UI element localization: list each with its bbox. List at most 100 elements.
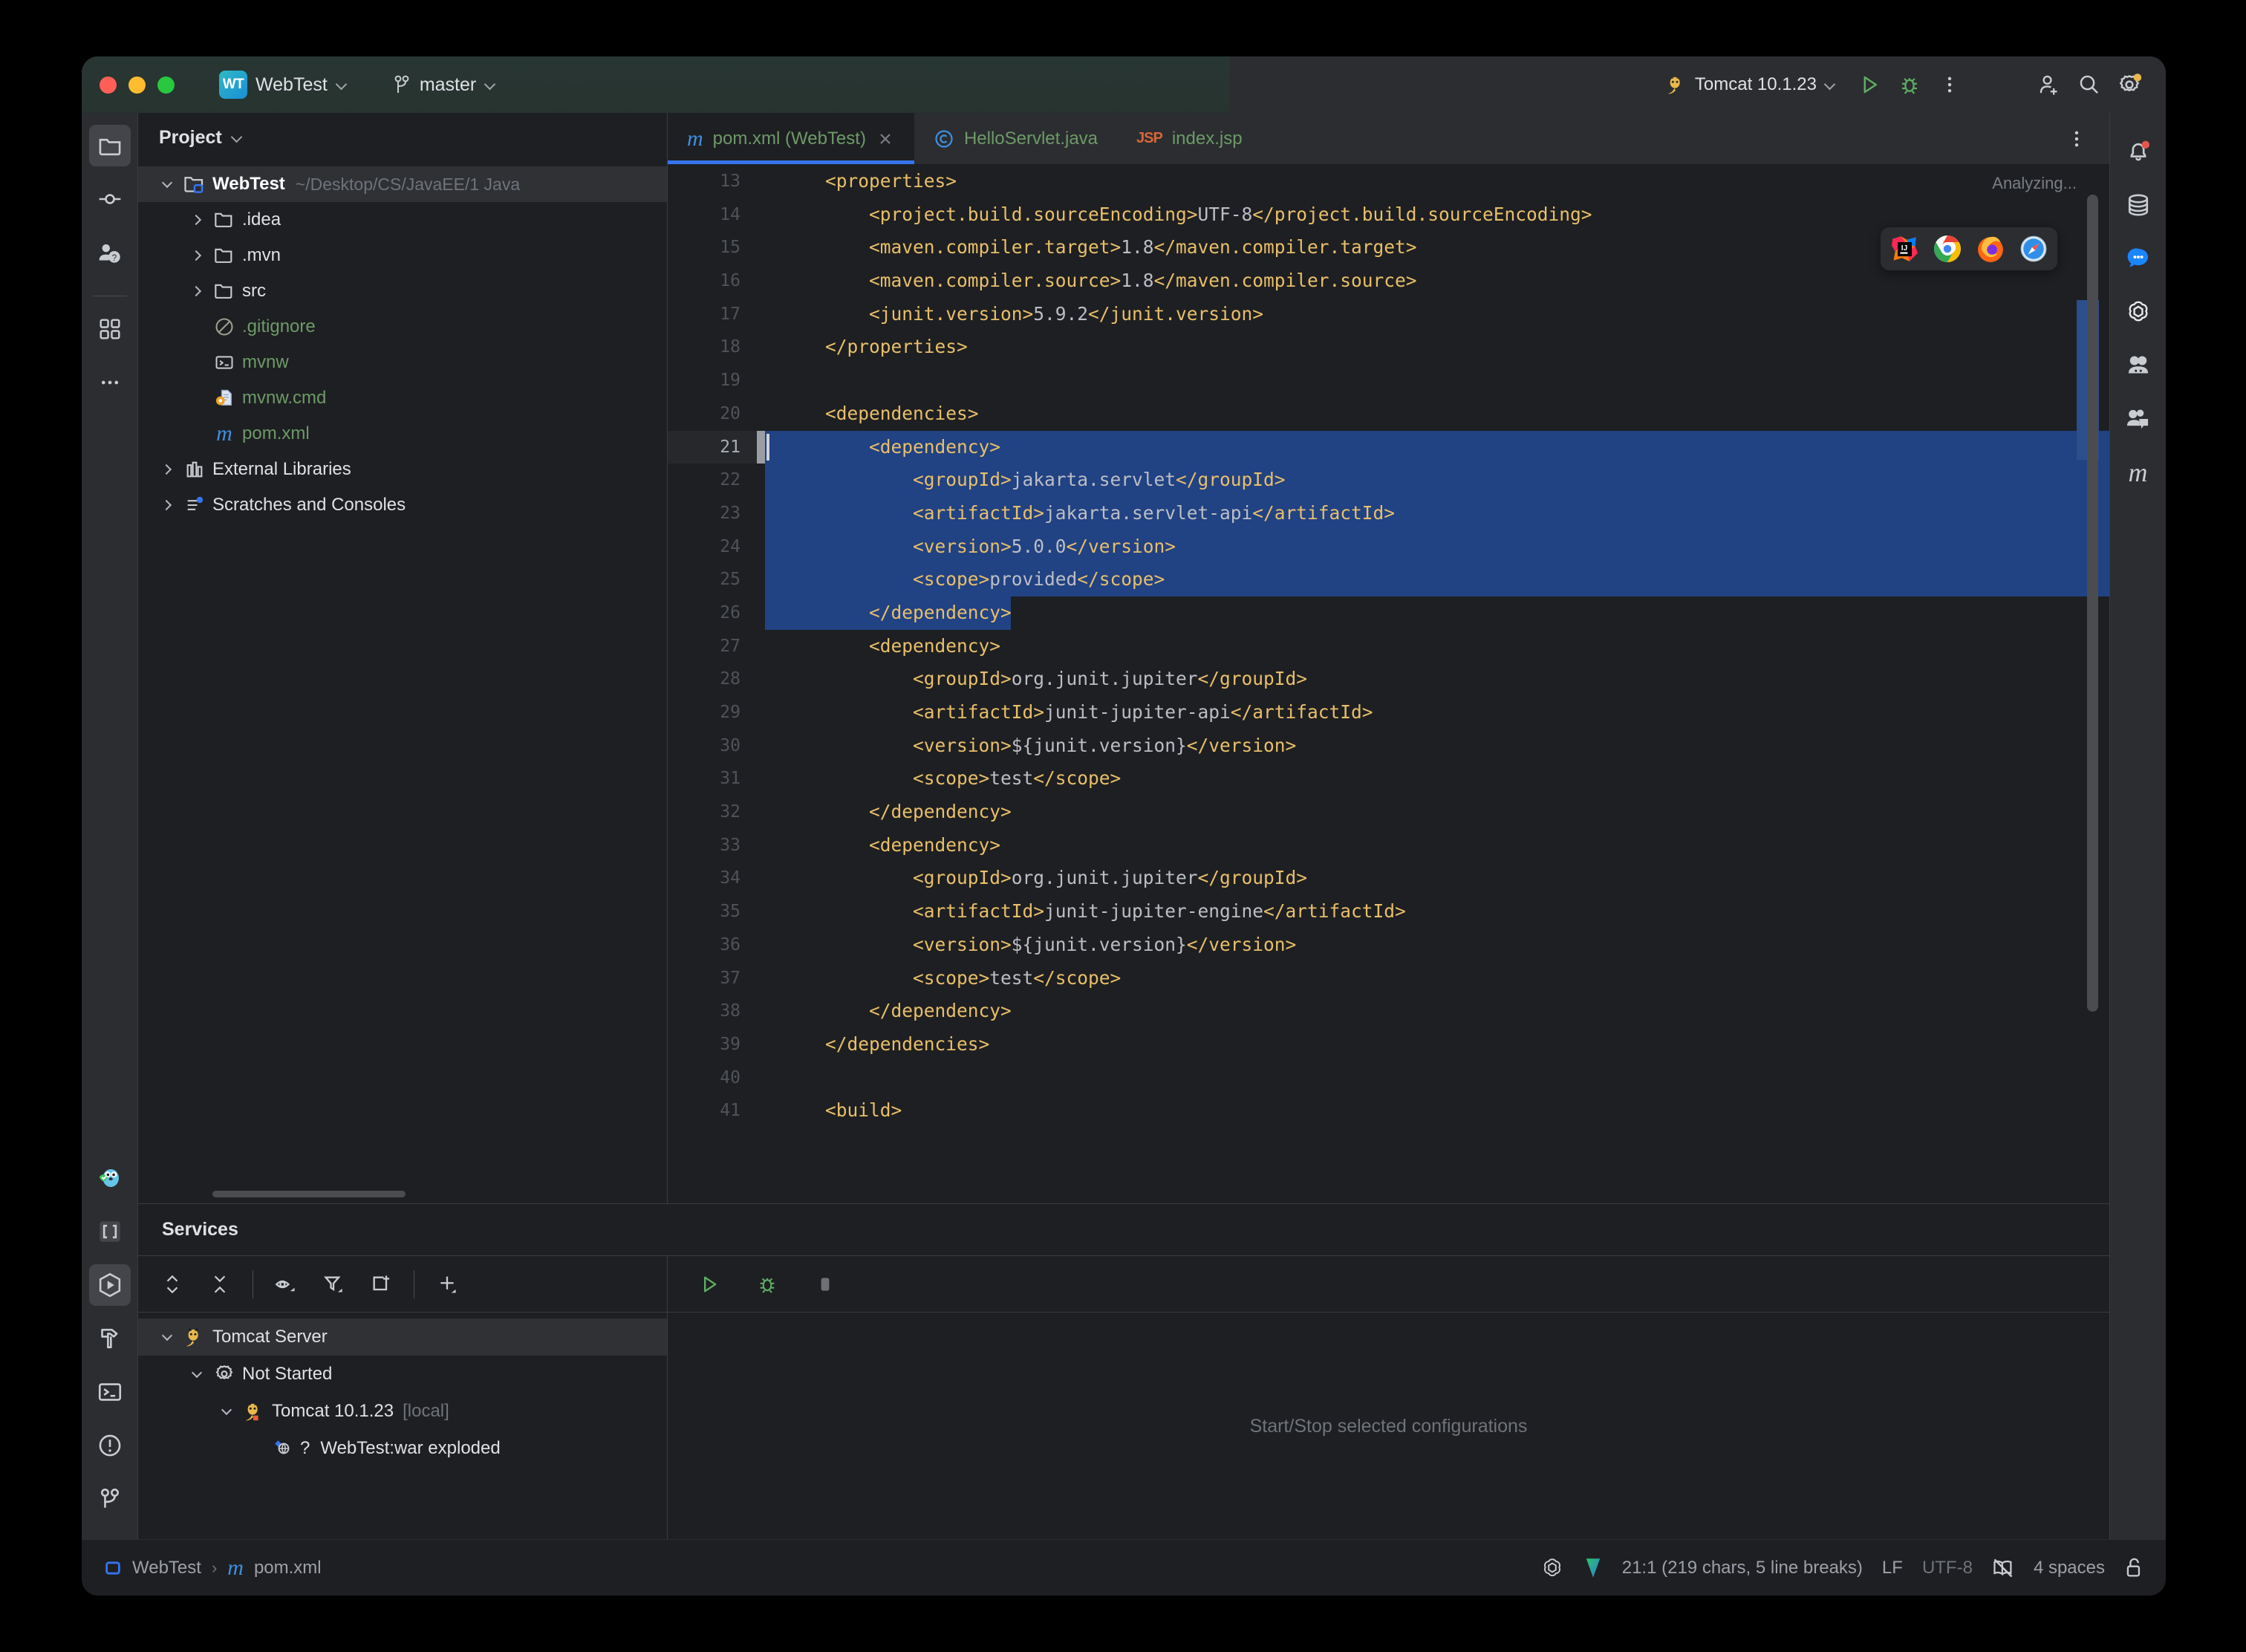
no-reader-mode-icon[interactable] — [1992, 1558, 2014, 1578]
chevron-down-icon[interactable] — [214, 1409, 239, 1414]
intellij-preview-icon[interactable]: IJ — [1889, 234, 1919, 264]
add-icon[interactable] — [428, 1265, 466, 1304]
line-separator-label[interactable]: LF — [1882, 1558, 1903, 1578]
project-selector[interactable]: WT WebTest — [212, 66, 355, 103]
sidebar-item-chat[interactable] — [2118, 238, 2159, 279]
editor-horizontal-scrollbar[interactable] — [668, 1183, 2109, 1203]
chevron-down-icon[interactable] — [154, 182, 180, 186]
code-line[interactable]: 13 <properties> — [668, 165, 2109, 198]
services-item-webtest-war-exploded[interactable]: ? WebTest:war exploded — [138, 1430, 667, 1467]
code-line[interactable]: 22 <groupId>jakarta.servlet</groupId> — [668, 464, 2109, 497]
chevron-right-icon[interactable] — [154, 501, 180, 509]
breadcrumb-item-project[interactable]: WebTest — [132, 1558, 201, 1578]
tab-hello-servlet-java[interactable]: HelloServlet.java — [914, 113, 1117, 164]
code-line[interactable]: 24 <version>5.0.0</version> — [668, 530, 2109, 564]
sidebar-item-commit[interactable] — [89, 178, 131, 220]
code-line[interactable]: 27 <dependency> — [668, 630, 2109, 663]
code-line[interactable]: 23 <artifactId>jakarta.servlet-api</arti… — [668, 497, 2109, 530]
branch-selector[interactable]: master — [385, 70, 504, 100]
sidebar-item-version-control[interactable] — [89, 1478, 131, 1520]
sidebar-item-more[interactable] — [89, 362, 131, 403]
sidebar-item-code-with-me[interactable] — [2118, 398, 2159, 440]
run-button[interactable] — [690, 1265, 729, 1304]
expand-all-icon[interactable] — [153, 1265, 192, 1304]
openai-icon[interactable] — [1540, 1556, 1564, 1580]
tree-item-mvn[interactable]: .mvn — [138, 238, 667, 273]
sidebar-item-structure[interactable] — [89, 308, 131, 350]
chevron-right-icon[interactable] — [184, 287, 209, 295]
tree-item-src[interactable]: src — [138, 273, 667, 309]
debug-button[interactable] — [1889, 65, 1930, 105]
code-line[interactable]: 39 </dependencies> — [668, 1028, 2109, 1061]
run-button[interactable] — [1849, 65, 1889, 105]
sidebar-item-terminal[interactable] — [89, 1371, 131, 1413]
maximize-window-button[interactable] — [157, 77, 175, 94]
code-line[interactable]: 41 <build> — [668, 1094, 2109, 1128]
code-line[interactable]: 33 <dependency> — [668, 829, 2109, 862]
tab-pom-xml[interactable]: m pom.xml (WebTest) — [668, 113, 914, 164]
filter-icon[interactable] — [314, 1265, 353, 1304]
close-icon[interactable] — [876, 129, 895, 149]
tree-item-idea[interactable]: .idea — [138, 202, 667, 238]
code-lines[interactable]: 13 <properties>14 <project.build.sourceE… — [668, 165, 2109, 1183]
vim-icon[interactable] — [1583, 1557, 1603, 1579]
sidebar-item-project[interactable] — [89, 125, 131, 166]
collapse-all-icon[interactable] — [201, 1265, 239, 1304]
show-hide-icon[interactable] — [267, 1265, 305, 1304]
chevron-right-icon[interactable] — [154, 466, 180, 473]
services-item-tomcat-10-1-23[interactable]: Tomcat 10.1.23 [local] — [138, 1393, 667, 1430]
code-line[interactable]: 31 <scope>test</scope> — [668, 762, 2109, 796]
add-user-icon[interactable] — [2029, 65, 2069, 105]
code-line[interactable]: 29 <artifactId>junit-jupiter-api</artifa… — [668, 696, 2109, 729]
code-line[interactable]: 20 <dependencies> — [668, 397, 2109, 431]
more-actions-icon[interactable] — [1930, 65, 1970, 105]
code-line[interactable]: 30 <version>${junit.version}</version> — [668, 729, 2109, 763]
chrome-icon[interactable] — [1933, 234, 1962, 264]
tree-item-mvnw-cmd[interactable]: mvnw.cmd — [138, 380, 667, 416]
indent-label[interactable]: 4 spaces — [2034, 1558, 2105, 1578]
chevron-down-icon[interactable] — [154, 1335, 180, 1339]
debug-button[interactable] — [748, 1265, 787, 1304]
code-line[interactable]: 25 <scope>provided</scope> — [668, 563, 2109, 596]
sidebar-item-build[interactable] — [89, 1318, 131, 1359]
settings-icon[interactable] — [2109, 65, 2149, 105]
stop-button[interactable] — [806, 1265, 844, 1304]
tree-item-gitignore[interactable]: .gitignore — [138, 309, 667, 345]
lock-open-icon[interactable] — [2124, 1557, 2144, 1579]
firefox-icon[interactable] — [1976, 234, 2005, 264]
search-icon[interactable] — [2069, 65, 2109, 105]
tree-item-webtest[interactable]: WebTest ~/Desktop/CS/JavaEE/1 Java — [138, 166, 667, 202]
sidebar-item-services[interactable] — [89, 1264, 131, 1306]
sidebar-item-database[interactable] — [2118, 184, 2159, 226]
chevron-right-icon[interactable] — [184, 216, 209, 224]
tree-item-scratches-and-consoles[interactable]: Scratches and Consoles — [138, 487, 667, 523]
sidebar-item-pull-requests[interactable]: ? — [89, 232, 131, 273]
breadcrumb-item-file[interactable]: pom.xml — [254, 1558, 322, 1578]
new-tab-icon[interactable] — [362, 1265, 400, 1304]
chevron-down-icon[interactable] — [231, 131, 243, 143]
safari-icon[interactable] — [2019, 234, 2048, 264]
code-line[interactable]: 37 <scope>test</scope> — [668, 962, 2109, 995]
window-controls[interactable] — [100, 77, 175, 94]
sidebar-item-gopher-plugin[interactable] — [89, 1157, 131, 1199]
caret-position-label[interactable]: 21:1 (219 chars, 5 line breaks) — [1622, 1558, 1863, 1578]
code-line[interactable]: 36 <version>${junit.version}</version> — [668, 929, 2109, 962]
sidebar-item-problems[interactable] — [89, 1425, 131, 1466]
sidebar-item-ai-chat[interactable] — [2118, 291, 2159, 333]
code-line[interactable]: 28 <groupId>org.junit.jupiter</groupId> — [668, 663, 2109, 696]
tab-index-jsp[interactable]: JSP index.jsp — [1117, 113, 1262, 164]
tree-item-pom-xml[interactable]: m pom.xml — [138, 416, 667, 452]
editor-tabs-more-icon[interactable] — [2059, 121, 2094, 157]
code-line[interactable]: 35 <artifactId>junit-jupiter-engine</art… — [668, 895, 2109, 929]
sidebar-item-bookmarks[interactable] — [89, 1211, 131, 1252]
encoding-label[interactable]: UTF-8 — [1922, 1558, 1973, 1578]
code-line[interactable]: 19 — [668, 364, 2109, 397]
sidebar-item-maven[interactable]: m — [2118, 452, 2159, 493]
code-line[interactable]: 17 <junit.version>5.9.2</junit.version> — [668, 298, 2109, 331]
chevron-down-icon[interactable] — [184, 1372, 209, 1376]
code-line[interactable]: 40 — [668, 1061, 2109, 1095]
close-window-button[interactable] — [100, 77, 117, 94]
chevron-right-icon[interactable] — [184, 252, 209, 259]
sidebar-item-notifications[interactable] — [2118, 131, 2159, 172]
project-horizontal-scrollbar[interactable] — [212, 1191, 406, 1197]
